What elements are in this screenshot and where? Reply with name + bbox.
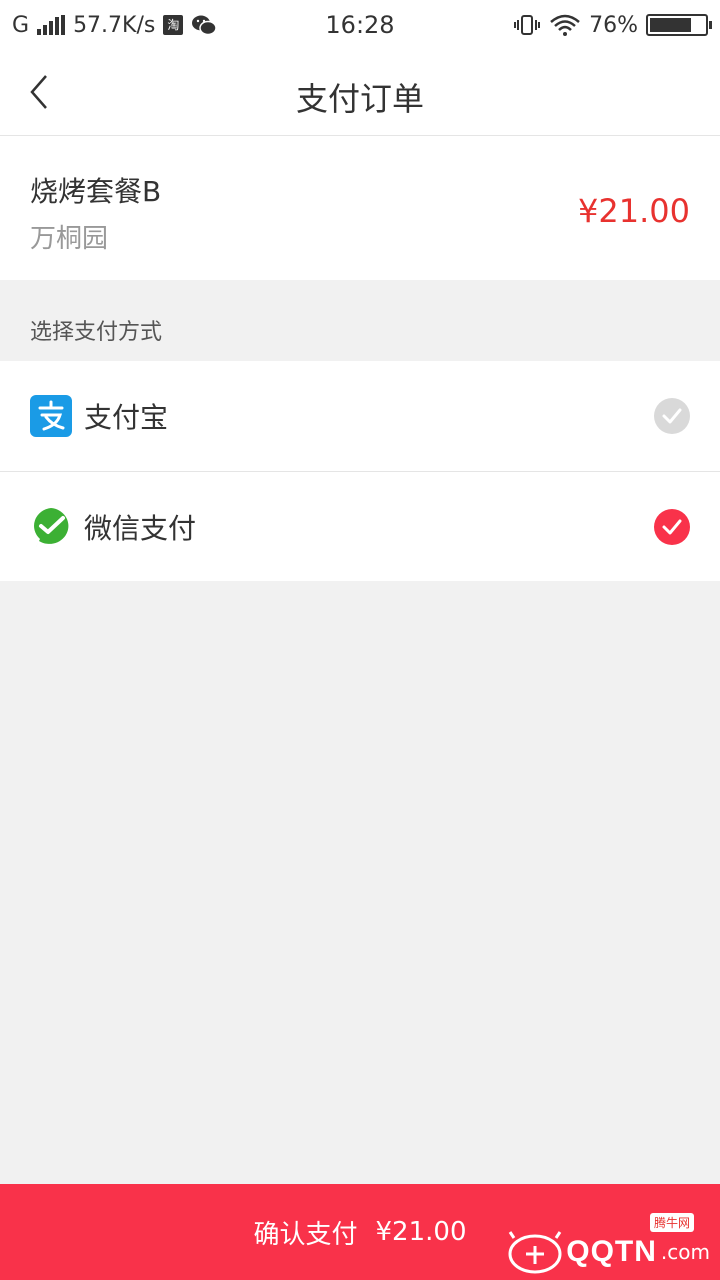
order-summary: 烧烤套餐B 万桐园 ¥21.00 (0, 136, 720, 280)
check-circle-selected-icon[interactable] (654, 509, 690, 545)
status-left: G 57.7K/s 淘 (12, 12, 218, 38)
taobao-icon: 淘 (163, 15, 184, 35)
battery-fill (650, 18, 692, 32)
network-speed: 57.7K/s (73, 12, 156, 38)
qqtn-logo-icon (508, 1231, 562, 1274)
watermark-suffix: .com (660, 1240, 710, 1264)
wechat-notification-icon (192, 15, 218, 36)
confirm-pay-amount: ¥21.00 (375, 1217, 467, 1247)
order-shop: 万桐园 (30, 224, 109, 254)
payment-method-label: 支付宝 (84, 401, 169, 434)
order-price: ¥21.00 (578, 192, 690, 230)
wechat-pay-icon (34, 507, 69, 547)
network-type: G (12, 12, 30, 38)
alipay-icon (30, 395, 72, 437)
vibrate-icon (514, 15, 541, 35)
payment-section-label: 选择支付方式 (30, 320, 163, 345)
watermark-text: QQTN (566, 1235, 657, 1268)
status-bar: G 57.7K/s 淘 16:28 76% (0, 0, 720, 50)
signal-icon (37, 15, 66, 35)
payment-method-alipay[interactable]: 支付宝 (0, 361, 720, 471)
status-right: 76% (513, 12, 712, 38)
check-circle-icon[interactable] (654, 398, 690, 434)
wifi-icon (550, 14, 580, 36)
payment-method-list: 支付宝 微信支付 (0, 361, 720, 581)
confirm-pay-label: 确认支付 (253, 1219, 358, 1250)
order-name: 烧烤套餐B (30, 175, 162, 208)
payment-method-label: 微信支付 (84, 511, 197, 545)
nav-bar: 支付订单 (0, 50, 720, 136)
watermark: QQTN .com (508, 1230, 710, 1274)
battery-percent: 76% (589, 12, 638, 38)
battery-icon (646, 14, 712, 36)
payment-method-wechat[interactable]: 微信支付 (0, 471, 720, 581)
page-title: 支付订单 (295, 80, 424, 118)
